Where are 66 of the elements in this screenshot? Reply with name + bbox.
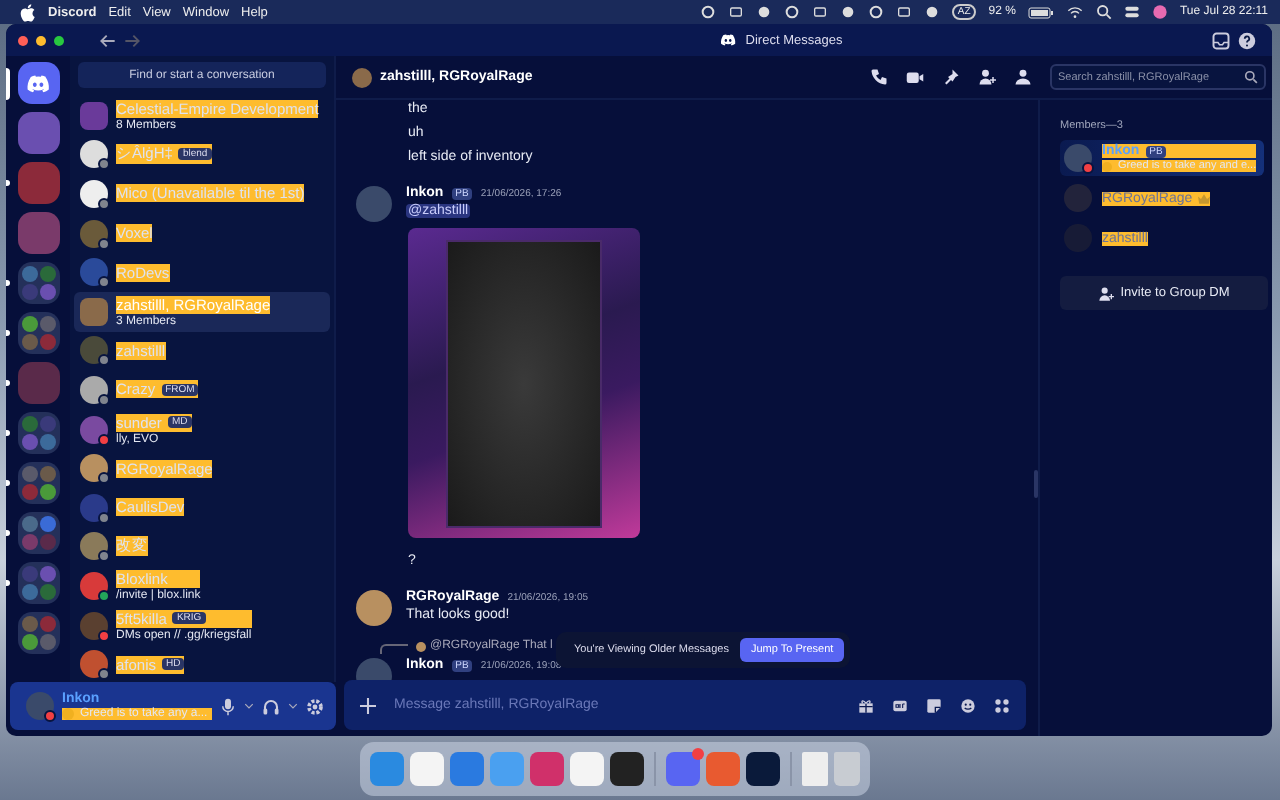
server-folder[interactable]: [17, 562, 59, 604]
sticker-icon[interactable]: [926, 697, 942, 713]
video-camera-icon[interactable]: [906, 68, 924, 86]
discord-logo-icon: [24, 71, 52, 95]
avatar: [80, 611, 108, 640]
assistant-icon[interactable]: [1151, 4, 1168, 20]
avatar: [356, 186, 392, 222]
server-folder[interactable]: [17, 462, 59, 504]
status-indicator: [1082, 162, 1094, 174]
avatar: [80, 532, 108, 561]
scrollbar-thumb[interactable]: [1034, 470, 1038, 498]
control-center-icon[interactable]: [1123, 4, 1140, 20]
emoji-icon[interactable]: [960, 697, 976, 713]
back-arrow-icon[interactable]: [100, 33, 116, 47]
group-avatar: [352, 67, 372, 87]
avatar: [416, 641, 426, 651]
avatar: [80, 415, 108, 444]
group-avatar: [80, 297, 108, 326]
members-icon[interactable]: [1014, 68, 1032, 86]
avatar: [26, 692, 54, 720]
apps-icon[interactable]: [994, 697, 1010, 713]
group-avatar: [80, 101, 108, 130]
avatar: [356, 590, 392, 626]
avatar: [80, 375, 108, 404]
wifi-icon[interactable]: [1065, 4, 1084, 20]
home-button[interactable]: [17, 62, 59, 104]
gift-icon[interactable]: [858, 697, 874, 713]
avatar: [80, 140, 108, 169]
add-member-icon[interactable]: [978, 68, 996, 86]
emoji-icon: [1102, 161, 1112, 171]
phone-icon[interactable]: [870, 68, 888, 86]
reply-connector: [380, 644, 408, 654]
avatar: [80, 336, 108, 365]
chevron-down-icon[interactable]: [288, 702, 298, 710]
avatar: [1064, 144, 1092, 172]
help-icon[interactable]: [1238, 31, 1256, 49]
avatar: [80, 454, 108, 483]
discord-logo-icon: [717, 32, 738, 48]
server-folder[interactable]: [17, 262, 59, 304]
avatar: [80, 179, 108, 208]
zoom-button[interactable]: [54, 35, 64, 45]
inbox-icon[interactable]: [1212, 31, 1230, 49]
chevron-down-icon[interactable]: [244, 702, 254, 710]
server-folder[interactable]: [17, 612, 59, 654]
avatar: [80, 219, 108, 248]
avatar: [80, 650, 108, 679]
battery-icon[interactable]: [1027, 5, 1054, 19]
add-member-icon: [1098, 285, 1115, 301]
server-folder[interactable]: [17, 512, 59, 554]
pin-icon[interactable]: [942, 68, 960, 86]
plus-icon[interactable]: [360, 697, 376, 713]
search-icon[interactable]: [1095, 4, 1112, 20]
microphone-icon[interactable]: [220, 697, 236, 715]
emoji-icon: [62, 708, 74, 720]
search-icon: [1244, 70, 1258, 84]
server-folder[interactable]: [17, 312, 59, 354]
avatar: [80, 493, 108, 522]
image-attachment[interactable]: [408, 228, 640, 538]
avatar: [80, 571, 108, 600]
server-folder[interactable]: [17, 412, 59, 454]
avatar: [80, 258, 108, 287]
gif-icon[interactable]: [892, 697, 908, 713]
close-button[interactable]: [18, 35, 28, 45]
apple-icon[interactable]: [20, 3, 36, 21]
avatar: [1064, 184, 1092, 212]
minimize-button[interactable]: [36, 35, 46, 45]
